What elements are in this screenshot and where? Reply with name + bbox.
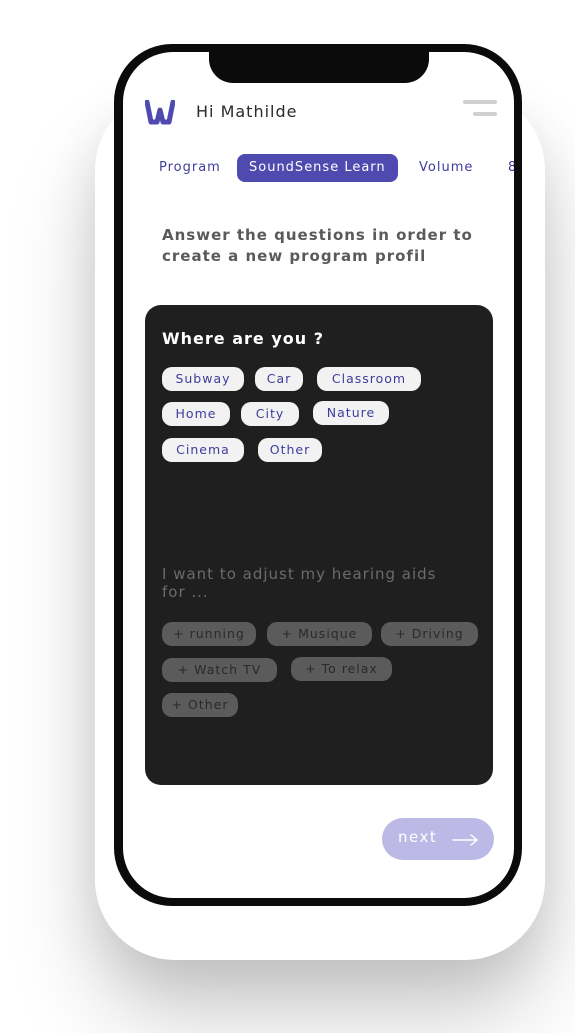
tab-more[interactable]: 8 [508,154,514,182]
next-button-label: next [398,828,438,846]
option-chip-other[interactable]: Other [258,438,322,462]
greeting-text: Hi Mathilde [196,102,298,121]
tab-program[interactable]: Program [159,154,221,182]
intro-instruction: Answer the questions in order to create … [162,226,473,265]
option-chip-subway[interactable]: Subway [162,367,244,391]
hamburger-menu-icon[interactable] [463,100,497,120]
option-chip-home[interactable]: Home [162,402,230,426]
arrow-right-icon [452,832,480,846]
question-2-title: I want to adjust my hearing aids for ... [162,565,437,601]
tab-soundsense-learn[interactable]: SoundSense Learn [237,154,398,182]
option-chip-classroom[interactable]: Classroom [317,367,421,391]
goal-chip-driving[interactable]: + Driving [381,622,478,646]
next-button[interactable]: next [382,818,494,860]
app-screen: Hi Mathilde Program SoundSense Learn Vol… [123,52,514,898]
goal-chip-musique[interactable]: + Musique [267,622,372,646]
goal-chip-other[interactable]: + Other [162,693,238,717]
tab-bar: Program SoundSense Learn Volume 8 [123,154,514,184]
goal-chip-watch-tv[interactable]: + Watch TV [162,658,277,682]
option-chip-nature[interactable]: Nature [313,401,389,425]
question-title: Where are you ? [162,329,324,348]
goal-chip-to-relax[interactable]: + To relax [291,657,392,681]
question-card: Where are you ? Subway Car Classroom Hom… [145,305,493,785]
tab-volume[interactable]: Volume [419,154,473,182]
option-chip-car[interactable]: Car [255,367,303,391]
goal-chip-running[interactable]: + running [162,622,256,646]
option-chip-cinema[interactable]: Cinema [162,438,244,462]
option-chip-city[interactable]: City [241,402,299,426]
phone-notch [209,52,429,83]
w-logo-icon[interactable] [144,99,176,126]
